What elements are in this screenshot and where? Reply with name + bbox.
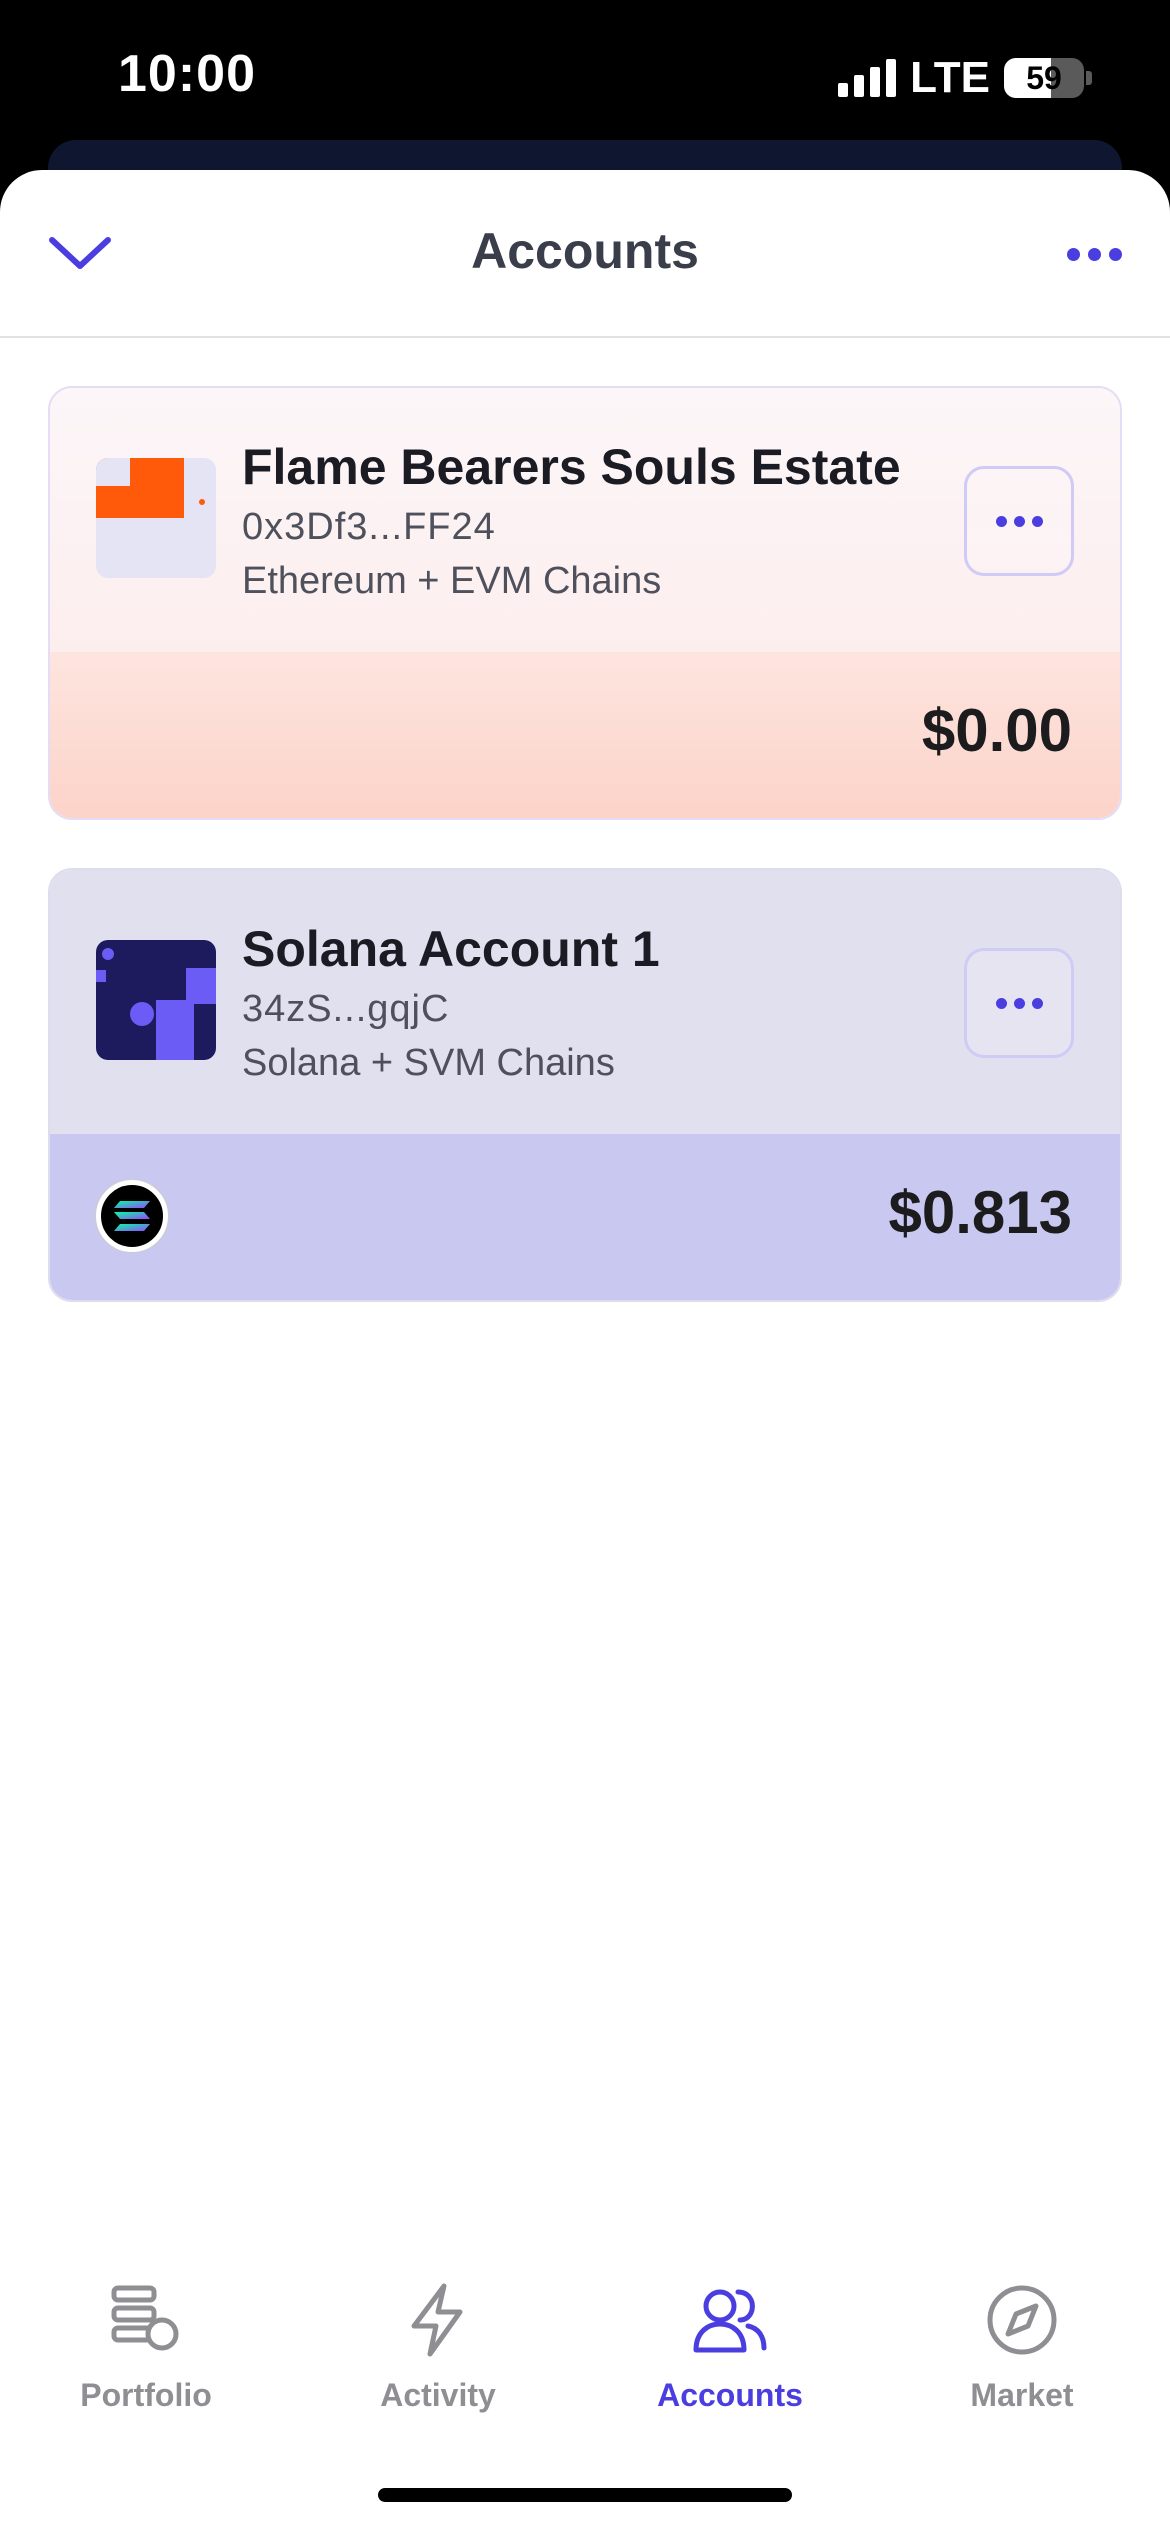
account-card-header: Flame Bearers Souls Estate 0x3Df3...FF24… — [50, 388, 1120, 652]
users-icon — [693, 2289, 767, 2353]
sheet-header: Accounts — [0, 170, 1170, 338]
account-name: Flame Bearers Souls Estate — [242, 439, 901, 495]
accounts-sheet: Accounts Flame Bearers Souls Estate 0x3D… — [0, 170, 1170, 2532]
battery-level: 59 — [1026, 59, 1062, 96]
home-indicator[interactable] — [378, 2488, 792, 2502]
network-type: LTE — [910, 53, 990, 102]
account-card-footer: $0.813 — [50, 1134, 1120, 1300]
compass-icon — [987, 2285, 1057, 2355]
account-card[interactable]: Flame Bearers Souls Estate 0x3Df3...FF24… — [48, 386, 1122, 820]
tab-portfolio[interactable]: Portfolio — [36, 2280, 256, 2414]
screen: 10:00 LTE 59 Accounts Flame Bearers Soul… — [0, 0, 1170, 2532]
tab-bar: Portfolio Activity Accounts Market — [0, 2280, 1170, 2450]
account-card-footer: $0.00 — [50, 652, 1120, 818]
solana-logo-icon — [96, 1180, 168, 1252]
status-indicators: LTE 59 — [838, 53, 1092, 102]
tab-market[interactable]: Market — [912, 2280, 1132, 2414]
header-more-button[interactable] — [1067, 248, 1122, 261]
tab-label: Portfolio — [80, 2377, 212, 2413]
account-card[interactable]: Solana Account 1 34zS...gqjC Solana + SV… — [48, 868, 1122, 1302]
account-avatar — [96, 940, 216, 1060]
account-chains: Solana + SVM Chains — [242, 1042, 615, 1084]
coins-icon — [111, 2285, 179, 2351]
account-avatar — [96, 458, 216, 578]
account-name: Solana Account 1 — [242, 921, 660, 977]
page-title: Accounts — [471, 223, 699, 279]
account-more-button[interactable] — [964, 466, 1074, 576]
tab-label: Activity — [380, 2377, 496, 2413]
tab-label: Accounts — [657, 2377, 803, 2413]
account-address: 0x3Df3...FF24 — [242, 506, 496, 548]
account-balance: $0.813 — [888, 1179, 1072, 1246]
tab-activity[interactable]: Activity — [328, 2280, 548, 2414]
status-time: 10:00 — [118, 45, 256, 103]
lightning-icon — [411, 2283, 463, 2357]
more-icon — [995, 997, 1007, 1009]
account-more-button[interactable] — [964, 948, 1074, 1058]
more-icon — [995, 515, 1007, 527]
tab-label: Market — [970, 2377, 1074, 2413]
account-card-header: Solana Account 1 34zS...gqjC Solana + SV… — [50, 870, 1120, 1134]
account-address: 34zS...gqjC — [242, 988, 450, 1030]
account-balance: $0.00 — [921, 697, 1072, 764]
tab-accounts[interactable]: Accounts — [620, 2280, 840, 2414]
more-icon — [1067, 248, 1080, 261]
status-bar: 10:00 LTE 59 — [0, 0, 1170, 150]
cellular-signal-icon — [838, 59, 897, 97]
battery-icon: 59 — [1004, 58, 1084, 98]
account-chains: Ethereum + EVM Chains — [242, 560, 662, 602]
